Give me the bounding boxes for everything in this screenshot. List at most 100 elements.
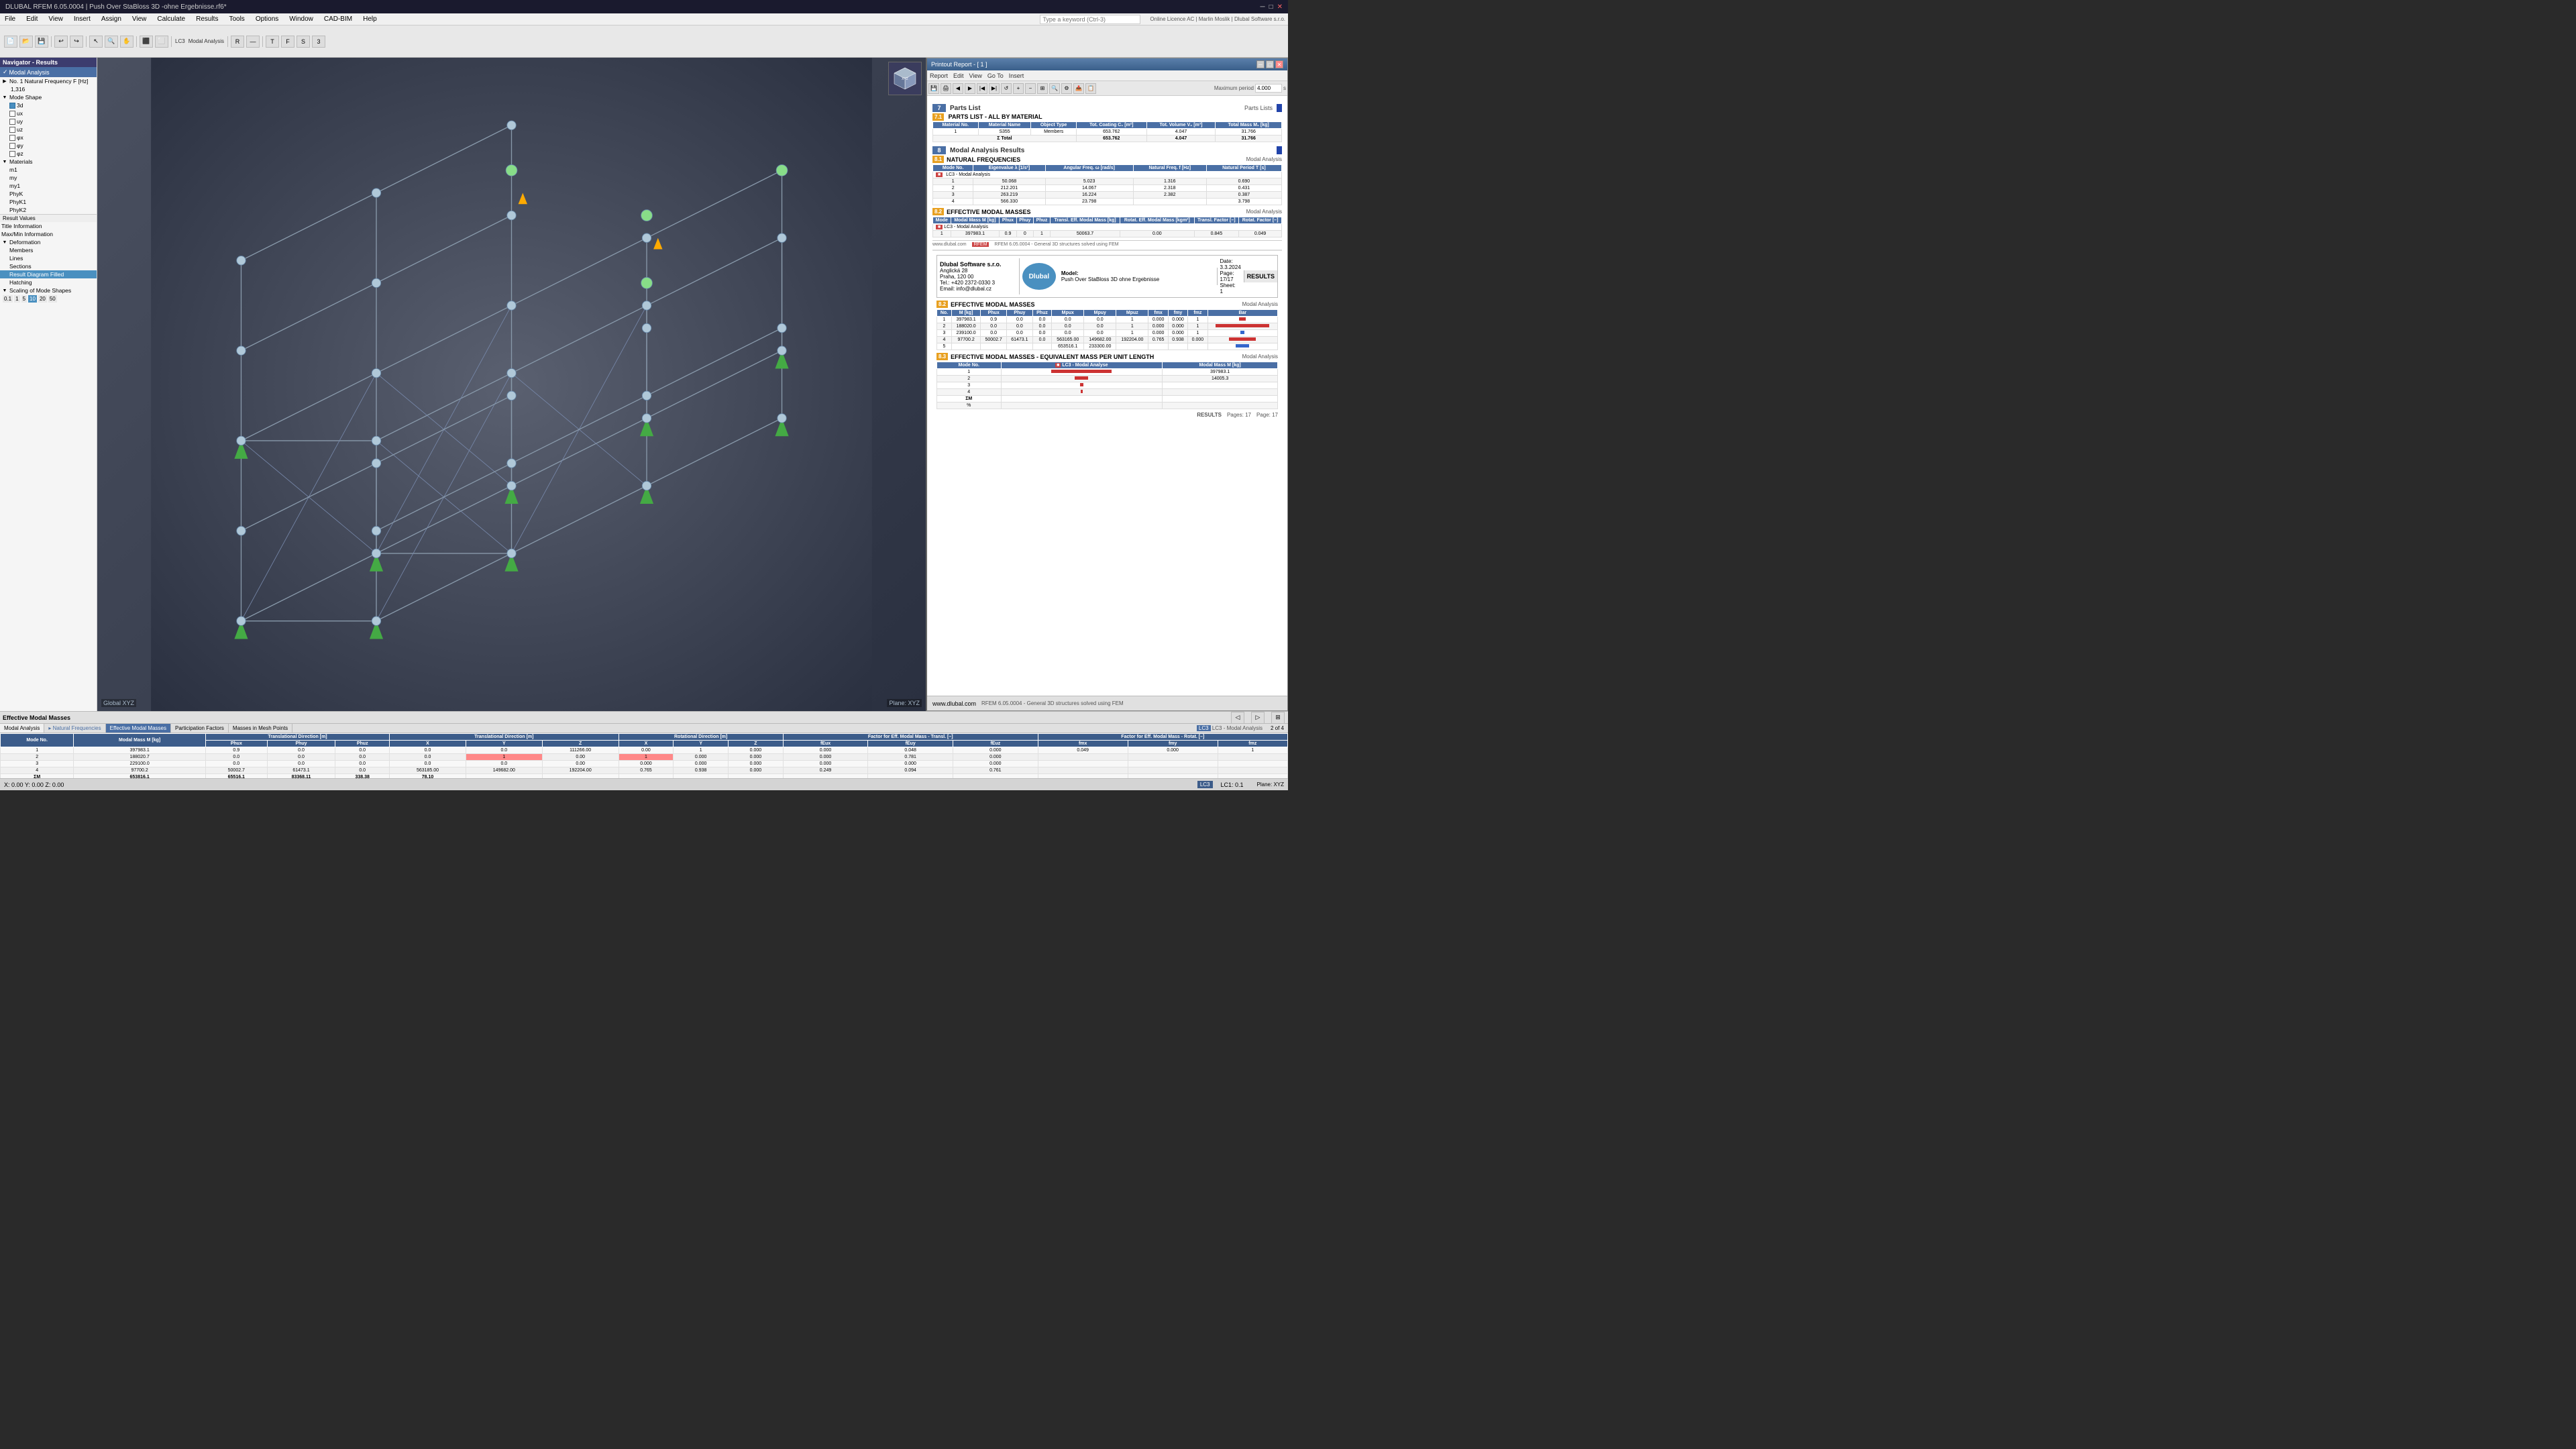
toolbar-results-on[interactable]: R bbox=[231, 36, 244, 48]
modal-analysis-nav-item[interactable]: ✓ Modal Analysis bbox=[0, 67, 97, 77]
nav-sections[interactable]: Sections bbox=[0, 262, 97, 270]
nav-members[interactable]: Members bbox=[0, 246, 97, 254]
scale-1[interactable]: 1 bbox=[14, 295, 19, 303]
toolbar-redo[interactable]: ↪ bbox=[70, 36, 83, 48]
nav-deformation[interactable]: ▼ Deformation bbox=[0, 238, 97, 246]
nav-ux-check[interactable] bbox=[9, 111, 15, 117]
nav-my1[interactable]: my1 bbox=[0, 182, 97, 190]
tab-participation[interactable]: Participation Factors bbox=[171, 724, 229, 733]
search-input[interactable] bbox=[1040, 15, 1140, 24]
bottom-btn-2[interactable]: ▷ bbox=[1251, 712, 1265, 724]
report-btn-zoom-out[interactable]: − bbox=[1025, 83, 1036, 94]
nav-m1[interactable]: m1 bbox=[0, 166, 97, 174]
nav-hatching[interactable]: Hatching bbox=[0, 278, 97, 286]
nav-ux[interactable]: ux bbox=[0, 109, 97, 117]
bottom-btn-3[interactable]: ⊞ bbox=[1271, 712, 1285, 724]
nav-my[interactable]: my bbox=[0, 174, 97, 182]
nav-phix-check[interactable] bbox=[9, 135, 15, 141]
nav-natural-freq[interactable]: ▶ No. 1 Natural Frequency F [Hz] bbox=[0, 77, 97, 85]
nav-uy[interactable]: uy bbox=[0, 117, 97, 125]
nav-3d[interactable]: 3d bbox=[0, 101, 97, 109]
menu-options[interactable]: Options bbox=[254, 15, 280, 23]
tab-masses-mesh[interactable]: Masses in Mesh Points bbox=[229, 724, 292, 733]
menu-file[interactable]: File bbox=[3, 15, 17, 23]
report-btn-refresh[interactable]: ↺ bbox=[1001, 83, 1012, 94]
maximize-btn[interactable]: □ bbox=[1269, 3, 1273, 11]
tab-natural-freq[interactable]: ▸ Natural Frequencies bbox=[44, 724, 105, 733]
nav-phyk2[interactable]: PhyK2 bbox=[0, 206, 97, 214]
toolbar-zoom[interactable]: 🔍 bbox=[105, 36, 118, 48]
toolbar-pan[interactable]: ✋ bbox=[120, 36, 133, 48]
report-close-btn[interactable]: ✕ bbox=[1275, 60, 1283, 68]
scale-01[interactable]: 0.1 bbox=[3, 295, 13, 303]
nav-phix[interactable]: φx bbox=[0, 133, 97, 142]
toolbar-wireframe[interactable]: ⬜ bbox=[155, 36, 168, 48]
bottom-btn-1[interactable]: ◁ bbox=[1231, 712, 1244, 724]
viewport[interactable]: Global XYZ Plane: XYZ XYZ bbox=[97, 58, 926, 711]
nav-uz[interactable]: uz bbox=[0, 125, 97, 133]
minimize-btn[interactable]: ─ bbox=[1260, 3, 1265, 11]
nav-result-diagram[interactable]: Result Diagram Filled bbox=[0, 270, 97, 278]
max-period-input[interactable] bbox=[1255, 84, 1282, 93]
menu-window[interactable]: Window bbox=[287, 15, 315, 23]
nav-3d-check[interactable] bbox=[9, 103, 15, 109]
scale-10[interactable]: 10 bbox=[28, 295, 37, 303]
menu-assign[interactable]: Assign bbox=[99, 15, 123, 23]
report-minimize-btn[interactable]: ─ bbox=[1256, 60, 1265, 68]
toolbar-new[interactable]: 📄 bbox=[4, 36, 17, 48]
scale-5[interactable]: 5 bbox=[21, 295, 27, 303]
report-btn-zoom-in[interactable]: + bbox=[1013, 83, 1024, 94]
report-menu-report[interactable]: Report bbox=[930, 72, 948, 79]
report-menu-edit[interactable]: Edit bbox=[953, 72, 964, 79]
report-menu-view[interactable]: View bbox=[969, 72, 982, 79]
toolbar-render[interactable]: ⬛ bbox=[140, 36, 153, 48]
nav-phiy[interactable]: φy bbox=[0, 142, 97, 150]
report-btn-save[interactable]: 💾 bbox=[928, 83, 939, 94]
menu-view[interactable]: View bbox=[46, 15, 65, 23]
report-maximize-btn[interactable]: □ bbox=[1266, 60, 1274, 68]
report-btn-last[interactable]: ▶| bbox=[989, 83, 1000, 94]
nav-phyk1[interactable]: PhyK1 bbox=[0, 198, 97, 206]
toolbar-view-front[interactable]: F bbox=[281, 36, 294, 48]
menu-results[interactable]: Results bbox=[194, 15, 220, 23]
toolbar-view-side[interactable]: S bbox=[297, 36, 310, 48]
menu-insert[interactable]: Insert bbox=[72, 15, 93, 23]
toolbar-open[interactable]: 📂 bbox=[19, 36, 33, 48]
nav-uz-check[interactable] bbox=[9, 127, 15, 133]
nav-mode-shape[interactable]: ▼ Mode Shape bbox=[0, 93, 97, 101]
menu-edit[interactable]: Edit bbox=[24, 15, 40, 23]
report-menu-insert[interactable]: Insert bbox=[1009, 72, 1024, 79]
toolbar-undo[interactable]: ↩ bbox=[54, 36, 68, 48]
menu-view2[interactable]: View bbox=[130, 15, 149, 23]
nav-scaling[interactable]: ▼ Scaling of Mode Shapes bbox=[0, 286, 97, 294]
report-btn-search[interactable]: 🔍 bbox=[1049, 83, 1060, 94]
menu-tools[interactable]: Tools bbox=[227, 15, 246, 23]
nav-phiy-check[interactable] bbox=[9, 143, 15, 149]
report-btn-print[interactable]: 🖨 bbox=[941, 83, 951, 94]
nav-phiz[interactable]: φz bbox=[0, 150, 97, 158]
toolbar-view-top[interactable]: T bbox=[266, 36, 279, 48]
close-btn[interactable]: ✕ bbox=[1277, 3, 1283, 11]
report-btn-prev-page[interactable]: ◀ bbox=[953, 83, 963, 94]
toolbar-select[interactable]: ↖ bbox=[89, 36, 103, 48]
tab-eff-modal[interactable]: Effective Modal Masses bbox=[106, 724, 171, 733]
nav-phyk[interactable]: PhyK bbox=[0, 190, 97, 198]
nav-title-info[interactable]: Title Information bbox=[0, 222, 97, 230]
nav-maxmin[interactable]: Max/Min Information bbox=[0, 230, 97, 238]
report-btn-copy[interactable]: 📋 bbox=[1085, 83, 1096, 94]
nav-materials[interactable]: ▼ Materials bbox=[0, 158, 97, 166]
report-menu-goto[interactable]: Go To bbox=[987, 72, 1004, 79]
toolbar-save[interactable]: 💾 bbox=[35, 36, 48, 48]
nav-uy-check[interactable] bbox=[9, 119, 15, 125]
menu-cadbim[interactable]: CAD-BIM bbox=[322, 15, 354, 23]
scale-50[interactable]: 50 bbox=[48, 295, 57, 303]
toolbar-view-3d[interactable]: 3 bbox=[312, 36, 325, 48]
report-btn-next-page[interactable]: ▶ bbox=[965, 83, 975, 94]
nav-phiz-check[interactable] bbox=[9, 151, 15, 157]
toolbar-results-off[interactable]: — bbox=[246, 36, 260, 48]
tab-modal-analysis[interactable]: Modal Analysis bbox=[0, 724, 44, 733]
nav-result-values[interactable]: Result Values bbox=[0, 214, 97, 222]
nav-lines[interactable]: Lines bbox=[0, 254, 97, 262]
scale-20[interactable]: 20 bbox=[38, 295, 47, 303]
report-btn-fit[interactable]: ⊞ bbox=[1037, 83, 1048, 94]
